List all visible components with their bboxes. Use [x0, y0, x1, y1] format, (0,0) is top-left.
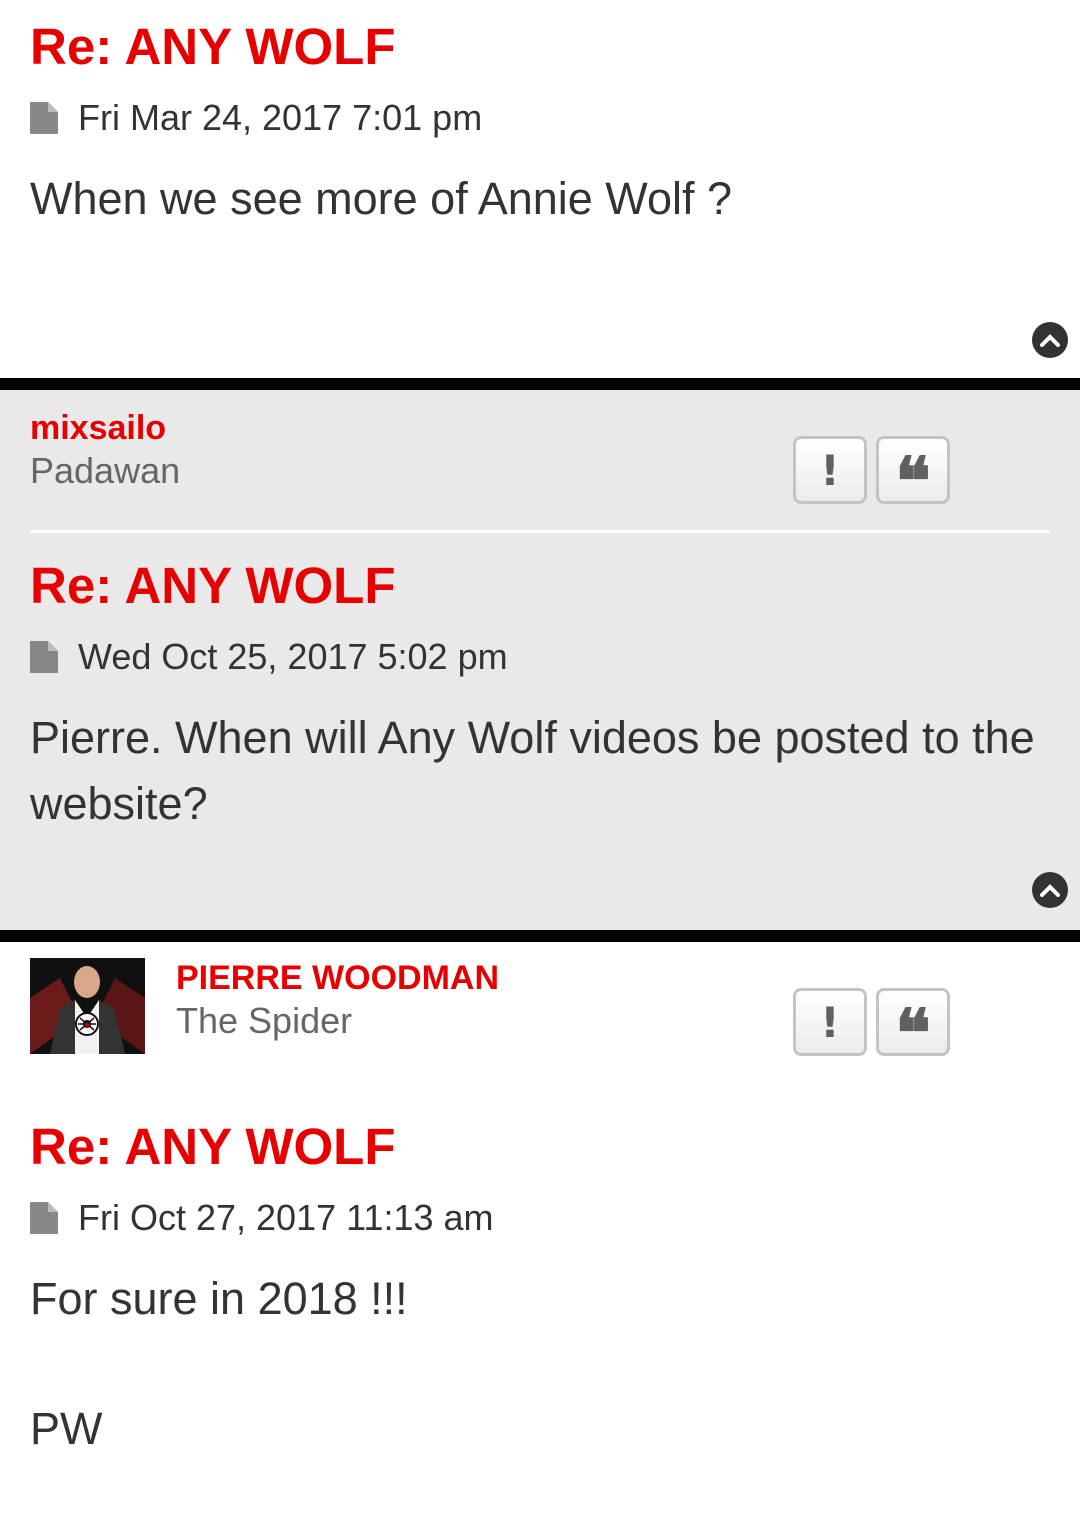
post-divider: [0, 930, 1080, 942]
username[interactable]: mixsailo: [30, 408, 180, 448]
post-content-line: For sure in 2018 !!!: [30, 1273, 408, 1324]
post-actions: ! ❝: [793, 436, 950, 514]
post-date: Wed Oct 25, 2017 5:02 pm: [78, 636, 508, 677]
profile-separator: [30, 530, 1050, 533]
post-title[interactable]: Re: ANY WOLF: [30, 557, 1050, 615]
post-profile: mixsailo Padawan ! ❝: [30, 408, 1050, 518]
post-profile: PIERRE WOODMAN The Spider ! ❝: [30, 958, 1050, 1068]
post-date: Fri Mar 24, 2017 7:01 pm: [78, 97, 483, 138]
quote-button[interactable]: ❝: [876, 988, 950, 1066]
chevron-up-icon[interactable]: [1032, 872, 1068, 908]
post-content-spacer: [30, 1332, 1050, 1396]
report-button[interactable]: !: [793, 988, 867, 1056]
doc-icon[interactable]: [30, 102, 58, 134]
post-title[interactable]: Re: ANY WOLF: [30, 1118, 1050, 1176]
post-meta: Wed Oct 25, 2017 5:02 pm: [30, 636, 1050, 677]
chevron-up-icon[interactable]: [1032, 322, 1068, 358]
post-content: When we see more of Annie Wolf ?: [30, 173, 733, 224]
profile-spacer: [30, 1068, 1050, 1118]
username[interactable]: PIERRE WOODMAN: [176, 958, 499, 998]
post-date: Fri Oct 27, 2017 11:13 am: [78, 1197, 494, 1238]
quote-button[interactable]: ❝: [876, 436, 950, 514]
quote-icon: ❝: [895, 994, 931, 1072]
post-meta: Fri Oct 27, 2017 11:13 am: [30, 1197, 1050, 1238]
post-2: mixsailo Padawan ! ❝ Re: ANY WOLF Wed Oc…: [0, 390, 1080, 930]
post-actions: ! ❝: [793, 988, 950, 1066]
post-title[interactable]: Re: ANY WOLF: [30, 18, 1050, 76]
report-icon: !: [820, 445, 840, 495]
user-rank: The Spider: [176, 1000, 353, 1041]
avatar[interactable]: [30, 958, 145, 1054]
post-3: PIERRE WOODMAN The Spider ! ❝ Re: ANY WO…: [0, 942, 1080, 1527]
quote-icon: ❝: [895, 442, 931, 520]
post-content: Pierre. When will Any Wolf videos be pos…: [30, 712, 1035, 829]
report-icon: !: [820, 997, 840, 1047]
post-content: For sure in 2018 !!! PW: [30, 1266, 1050, 1462]
post-content-line: PW: [30, 1403, 103, 1454]
post-meta: Fri Mar 24, 2017 7:01 pm: [30, 97, 1050, 138]
report-button[interactable]: !: [793, 436, 867, 504]
post-1: Re: ANY WOLF Fri Mar 24, 2017 7:01 pm Wh…: [0, 0, 1080, 378]
doc-icon[interactable]: [30, 641, 58, 673]
post-divider: [0, 378, 1080, 390]
doc-icon[interactable]: [30, 1202, 58, 1234]
user-rank: Padawan: [30, 450, 181, 491]
